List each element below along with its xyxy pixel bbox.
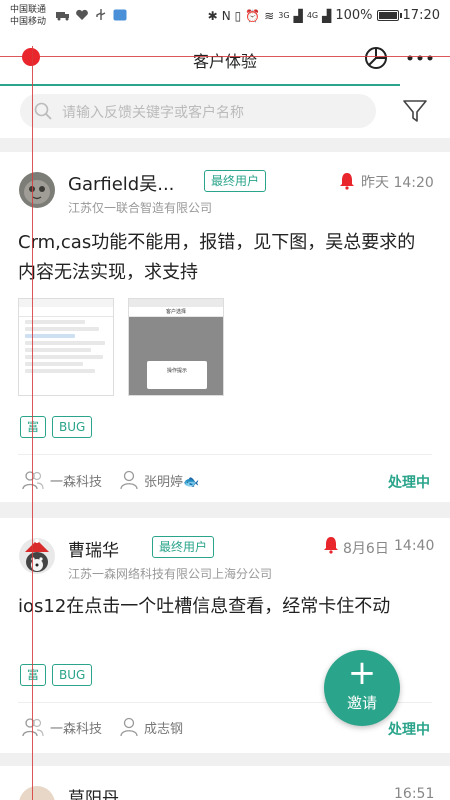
- company-name: 江苏仅一联合智造有限公司: [68, 201, 213, 215]
- assignee-name: 张明婷🐟: [144, 474, 200, 490]
- clock: 17:20: [402, 8, 440, 23]
- status-bar: 中国联通 中国移动 ✱ N ▯ ⏰ ≋ 3G ▟ 4G ▟ 100% 17:20: [0, 0, 450, 32]
- post-time: 16:51: [394, 786, 435, 800]
- carrier-1: 中国联通: [10, 5, 47, 15]
- feedback-content: Crm,cas功能不能用，报错，见下图，吴总要求的内容无法实现，求支持: [18, 232, 416, 283]
- signal-2-type: 4G: [306, 11, 319, 20]
- signal-1-type: 3G: [278, 11, 290, 20]
- post-date: 8月6日: [343, 541, 389, 557]
- user-name: 莫阳丹: [68, 789, 119, 800]
- signal-1-icon: ▟: [293, 8, 303, 23]
- plus-icon: +: [347, 653, 377, 693]
- group-icon: [22, 718, 44, 737]
- assignee-name: 成志钢: [144, 721, 184, 737]
- gallery-icon: [113, 9, 127, 21]
- invite-button[interactable]: + 邀请: [324, 650, 400, 726]
- thumbnail-dialog: 操作提示: [147, 361, 207, 389]
- filter-icon[interactable]: [402, 98, 428, 124]
- org-name: 一森科技: [50, 721, 103, 737]
- nfc-icon: N: [221, 8, 231, 23]
- system-indicators: ✱ N ▯ ⏰ ≋ 3G ▟ 4G ▟ 100% 17:20: [208, 8, 440, 23]
- battery-fill: [378, 12, 397, 19]
- user-name: 曹瑞华: [68, 541, 119, 561]
- tag-bug: BUG: [52, 664, 93, 686]
- overlay-guide-horizontal: [0, 56, 450, 57]
- role-badge: 最终用户: [152, 536, 215, 558]
- bluetooth-icon: ✱: [207, 8, 218, 23]
- company-name: 江苏一森网络科技有限公司上海分公司: [68, 567, 273, 581]
- alert-bell-icon: [340, 173, 354, 190]
- notification-icons: [56, 9, 127, 21]
- status-badge: 处理中: [388, 475, 430, 491]
- feedback-card[interactable]: Garfield吴... 最终用户 昨天 14:20 江苏仅一联合智造有限公司 …: [0, 152, 450, 502]
- avatar[interactable]: [19, 786, 55, 800]
- post-time: 昨天 14:20: [361, 175, 434, 191]
- battery-percent: 100%: [335, 8, 373, 23]
- avatar-dog-image: [19, 538, 55, 574]
- org-info: 一森科技: [22, 717, 102, 737]
- search-bar: 请输入反馈关键字或客户名称: [0, 86, 450, 138]
- feedback-card[interactable]: 莫阳丹 16:51: [0, 766, 450, 800]
- carrier-info: 中国联通 中国移动: [10, 4, 46, 28]
- usb-icon: [96, 9, 106, 20]
- tag-rich: 富: [20, 664, 47, 686]
- invite-label: 邀请: [346, 694, 377, 712]
- user-name: Garfield吴...: [68, 174, 175, 195]
- tag-rich: 富: [20, 416, 47, 438]
- overlay-guide-vertical: [32, 46, 33, 800]
- attachment-thumbnail-2[interactable]: 客户选择 操作提示: [128, 298, 224, 396]
- card-divider: [18, 454, 432, 455]
- person-icon: [120, 470, 138, 490]
- role-badge: 最终用户: [204, 170, 267, 192]
- search-input[interactable]: 请输入反馈关键字或客户名称: [20, 94, 376, 128]
- person-icon: [120, 717, 138, 737]
- thumbnail-title: 客户选择: [129, 307, 223, 317]
- tag-list: 富 BUG: [20, 416, 93, 438]
- more-options-icon[interactable]: [406, 52, 434, 64]
- truck-icon: [56, 12, 69, 21]
- org-name: 一森科技: [50, 474, 103, 490]
- tag-bug: BUG: [52, 416, 93, 438]
- pie-chart-icon[interactable]: [364, 46, 388, 70]
- avatar[interactable]: [19, 538, 55, 574]
- app-screen: 中国联通 中国移动 ✱ N ▯ ⏰ ≋ 3G ▟ 4G ▟ 100% 17:20…: [0, 0, 450, 800]
- heartbeat-icon: [76, 9, 88, 20]
- battery-icon: [376, 10, 402, 21]
- status-badge: 处理中: [388, 722, 430, 738]
- feedback-content: ios12在点击一个吐槽信息查看，经常卡住不动: [18, 596, 391, 617]
- post-clock: 14:40: [394, 538, 435, 554]
- assignee-info: 张明婷🐟: [120, 470, 199, 490]
- org-info: 一森科技: [22, 470, 102, 490]
- signal-2-icon: ▟: [322, 8, 332, 23]
- alert-bell-icon: [324, 537, 338, 554]
- tag-list: 富 BUG: [20, 664, 93, 686]
- vibrate-icon: ▯: [234, 8, 242, 23]
- search-placeholder: 请输入反馈关键字或客户名称: [62, 105, 244, 121]
- group-icon: [22, 471, 44, 490]
- carrier-2: 中国移动: [10, 17, 47, 27]
- search-icon: [34, 102, 52, 120]
- assignee-info: 成志钢: [120, 717, 183, 737]
- overlay-marker-dot: [22, 48, 40, 66]
- alarm-icon: ⏰: [245, 8, 261, 23]
- wifi-icon: ≋: [264, 8, 275, 23]
- avatar[interactable]: [19, 172, 55, 208]
- avatar-cat-image: [19, 172, 55, 208]
